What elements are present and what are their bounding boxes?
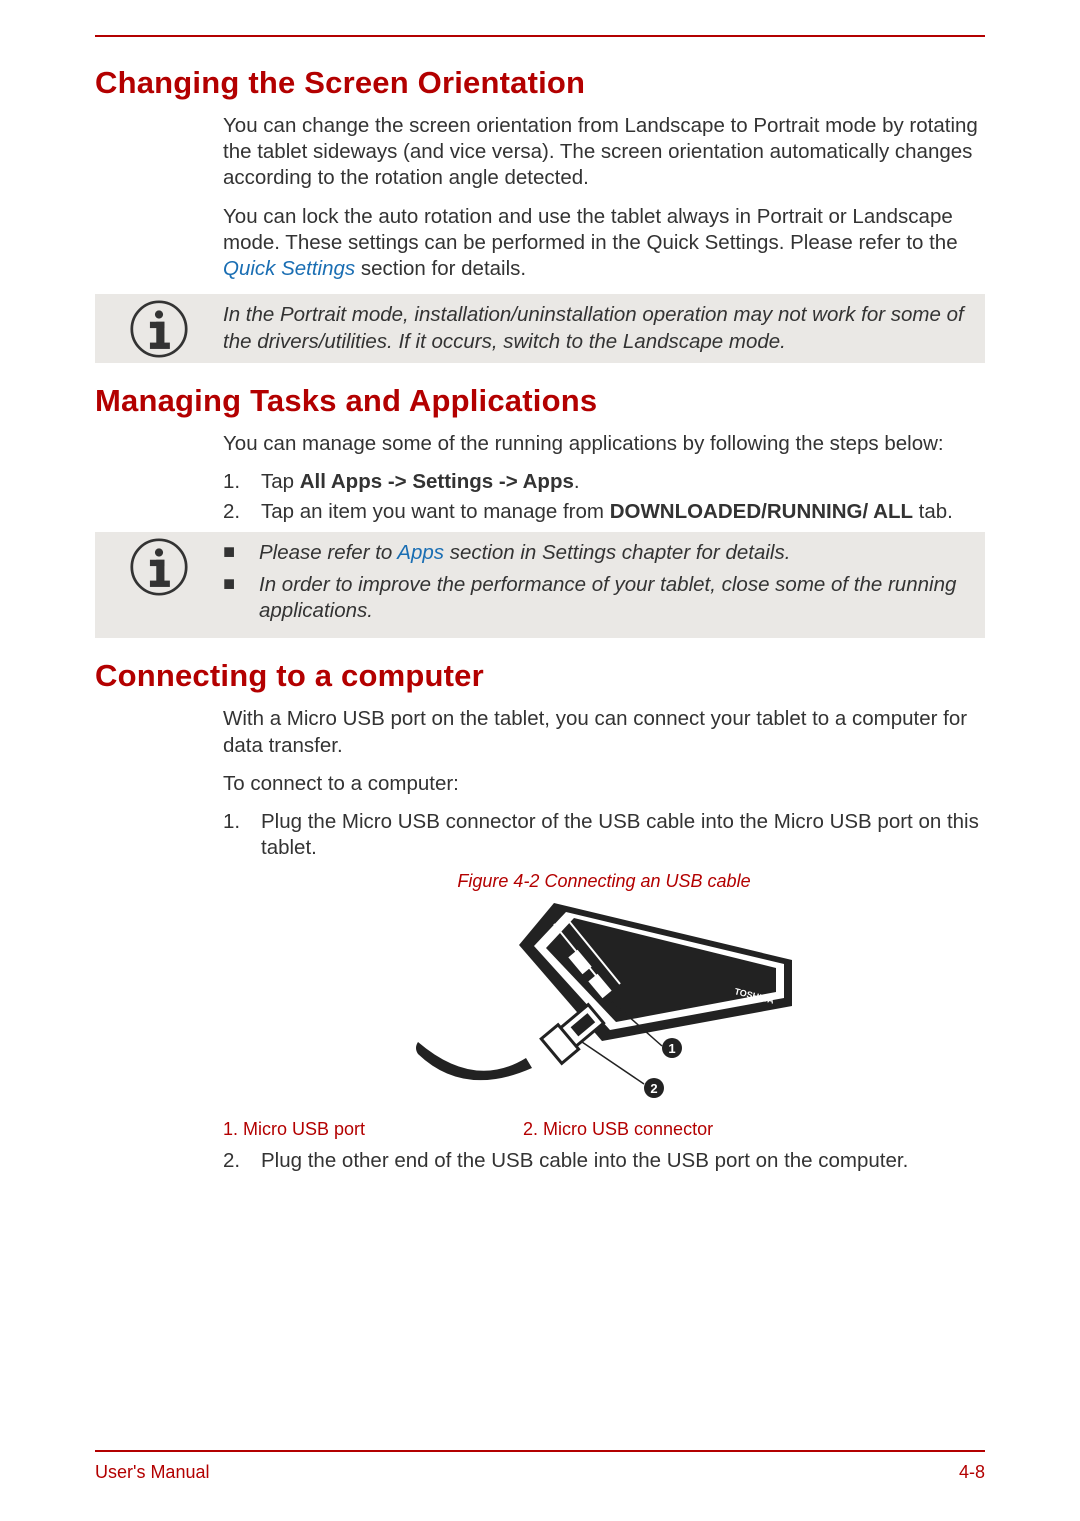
note-text-close-apps: In order to improve the performance of y…	[259, 572, 971, 624]
info-icon	[130, 538, 188, 596]
bullet-icon: ■	[223, 540, 259, 566]
note-box-orientation: In the Portrait mode, installation/unins…	[95, 294, 985, 362]
link-quick-settings[interactable]: Quick Settings	[223, 257, 355, 280]
para-orientation-2a: You can lock the auto rotation and use t…	[223, 205, 958, 254]
list-number-1: 1.	[223, 809, 261, 861]
figure-caption: Figure 4-2 Connecting an USB cable	[223, 871, 985, 892]
para-orientation-2b: section for details.	[355, 257, 526, 280]
list-number-2: 2.	[223, 1148, 261, 1174]
figure-key-1: 1. Micro USB port	[223, 1119, 523, 1140]
list-number-2: 2.	[223, 499, 261, 525]
para-orientation-2: You can lock the auto rotation and use t…	[223, 204, 985, 283]
para-orientation-1: You can change the screen orientation fr…	[223, 113, 985, 192]
footer-page-number: 4-8	[959, 1462, 985, 1483]
link-apps-section[interactable]: Apps	[397, 541, 444, 564]
note-box-manage: ■ Please refer to Apps section in Settin…	[95, 532, 985, 639]
para-connect-intro: With a Micro USB port on the tablet, you…	[223, 706, 985, 758]
info-icon	[130, 300, 188, 358]
note-text-orientation: In the Portrait mode, installation/unins…	[223, 302, 971, 354]
tabs-downloaded-running-all: DOWNLOADED/RUNNING/ ALL	[610, 500, 913, 523]
list-item: 1. Tap All Apps -> Settings -> Apps.	[223, 469, 985, 495]
list-item: 1. Plug the Micro USB connector of the U…	[223, 809, 985, 861]
svg-text:1: 1	[668, 1041, 675, 1056]
para-connect-steps-intro: To connect to a computer:	[223, 771, 985, 797]
bullet-icon: ■	[223, 572, 259, 598]
heading-managing-tasks: Managing Tasks and Applications	[95, 383, 985, 419]
heading-connecting-computer: Connecting to a computer	[95, 658, 985, 694]
svg-text:2: 2	[650, 1081, 657, 1096]
footer-manual-label: User's Manual	[95, 1462, 209, 1483]
figure-usb-connect: TOSHIBA 1 2	[223, 898, 985, 1113]
list-item: 2. Tap an item you want to manage from D…	[223, 499, 985, 525]
para-manage-intro: You can manage some of the running appli…	[223, 431, 985, 457]
path-all-apps-settings-apps: All Apps -> Settings -> Apps	[300, 470, 574, 493]
heading-screen-orientation: Changing the Screen Orientation	[95, 65, 985, 101]
list-number-1: 1.	[223, 469, 261, 495]
list-item: 2. Plug the other end of the USB cable i…	[223, 1148, 985, 1174]
page-footer: User's Manual 4-8	[95, 1450, 985, 1483]
figure-key-2: 2. Micro USB connector	[523, 1119, 985, 1140]
